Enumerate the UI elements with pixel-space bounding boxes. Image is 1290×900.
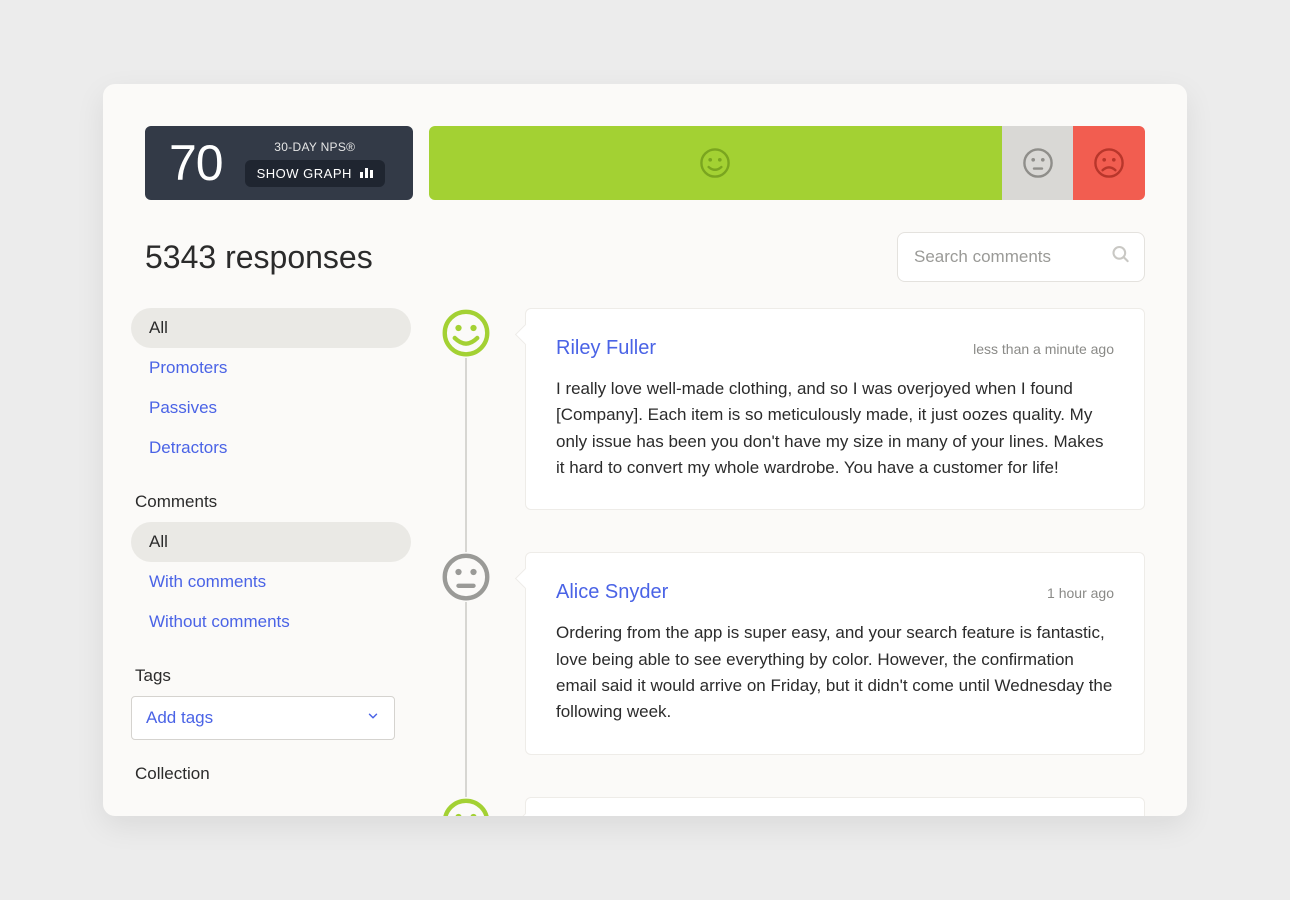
chevron-down-icon <box>366 708 380 728</box>
show-graph-label: SHOW GRAPH <box>257 166 352 181</box>
responses-count: 5343 responses <box>145 239 373 276</box>
neutral-face-icon <box>1022 147 1054 179</box>
comment-time: less than a minute ago <box>973 341 1114 357</box>
comments-filter-title: Comments <box>131 492 411 522</box>
collection-filter-group: Collection <box>131 764 411 794</box>
filter-segment-all[interactable]: All <box>131 308 411 348</box>
collection-filter-title: Collection <box>131 764 411 794</box>
comment-card[interactable]: Riley Fuller less than a minute ago I re… <box>525 308 1145 510</box>
search-icon <box>1111 245 1131 270</box>
filter-comments-without[interactable]: Without comments <box>131 602 411 642</box>
detractors-segment[interactable] <box>1073 126 1145 200</box>
neutral-face-icon <box>441 552 491 602</box>
filter-segment-promoters[interactable]: Promoters <box>131 348 411 388</box>
subheader-row: 5343 responses <box>103 200 1187 282</box>
segment-filter-group: All Promoters Passives Detractors <box>131 308 411 468</box>
feed-item: Riley Fuller less than a minute ago I re… <box>431 308 1145 510</box>
nps-label: 30-DAY NPS® <box>245 140 385 154</box>
bar-chart-icon <box>360 168 373 178</box>
smile-face-icon <box>441 797 491 816</box>
passives-segment[interactable] <box>1002 126 1074 200</box>
commenter-name: Alice Snyder <box>556 581 668 604</box>
filter-comments-with[interactable]: With comments <box>131 562 411 602</box>
tags-filter-title: Tags <box>131 666 411 696</box>
sentiment-distribution-bar <box>429 126 1145 200</box>
sentiment-badge-promoter <box>441 797 491 816</box>
comment-time: 1 hour ago <box>1047 585 1114 601</box>
filter-segment-detractors[interactable]: Detractors <box>131 428 411 468</box>
comment-card[interactable]: Alice Snyder 1 hour ago Ordering from th… <box>525 552 1145 754</box>
comment-body: Ordering from the app is super easy, and… <box>556 620 1114 725</box>
filter-segment-passives[interactable]: Passives <box>131 388 411 428</box>
dashboard-card: 70 30-DAY NPS® SHOW GRAPH 5343 responses <box>103 84 1187 816</box>
filters-sidebar: All Promoters Passives Detractors Commen… <box>131 308 411 816</box>
show-graph-button[interactable]: SHOW GRAPH <box>245 160 385 187</box>
comment-card[interactable]: Luke Jordan 1 hour ago <box>525 797 1145 816</box>
sentiment-badge-promoter <box>441 308 491 358</box>
comments-feed: Riley Fuller less than a minute ago I re… <box>431 308 1145 816</box>
nps-score-value: 70 <box>169 134 223 192</box>
header-row: 70 30-DAY NPS® SHOW GRAPH <box>103 84 1187 200</box>
promoters-segment[interactable] <box>429 126 1002 200</box>
filter-comments-all[interactable]: All <box>131 522 411 562</box>
comment-body: I really love well-made clothing, and so… <box>556 376 1114 481</box>
feed-item: Alice Snyder 1 hour ago Ordering from th… <box>431 552 1145 754</box>
comments-filter-group: Comments All With comments Without comme… <box>131 492 411 642</box>
tags-filter-group: Tags Add tags <box>131 666 411 740</box>
search-wrap <box>897 232 1145 282</box>
nps-score-box: 70 30-DAY NPS® SHOW GRAPH <box>145 126 413 200</box>
smile-face-icon <box>699 147 731 179</box>
commenter-name: Riley Fuller <box>556 337 656 360</box>
tags-select-placeholder: Add tags <box>146 708 213 728</box>
search-input[interactable] <box>897 232 1145 282</box>
frown-face-icon <box>1093 147 1125 179</box>
body-row: All Promoters Passives Detractors Commen… <box>103 282 1187 816</box>
sentiment-badge-passive <box>441 552 491 602</box>
smile-face-icon <box>441 308 491 358</box>
tags-select[interactable]: Add tags <box>131 696 395 740</box>
feed-item: Luke Jordan 1 hour ago <box>431 797 1145 816</box>
